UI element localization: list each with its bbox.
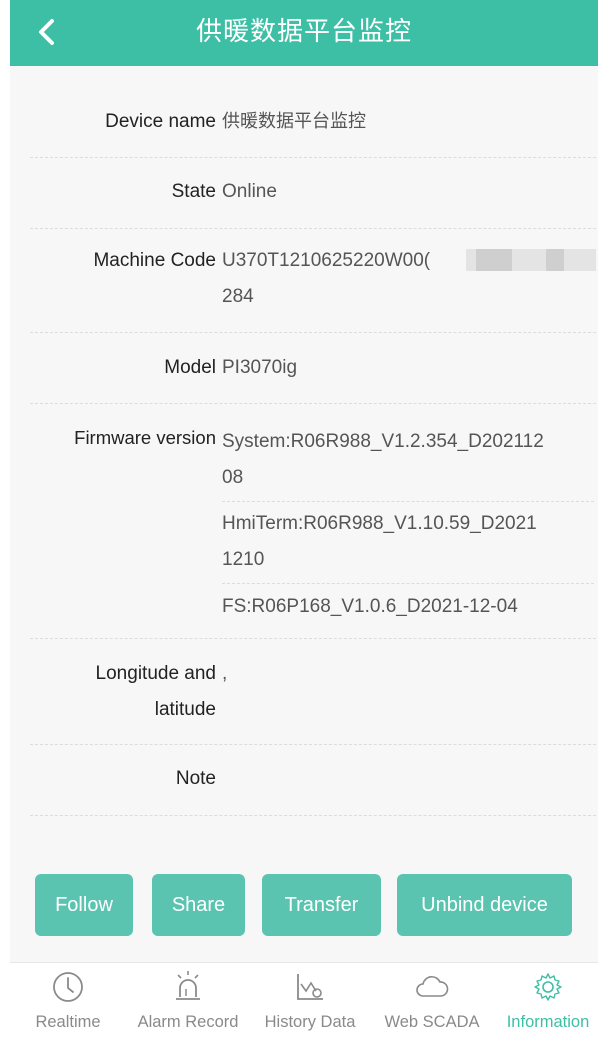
top-bar: 供暖数据平台监控 [10, 0, 598, 66]
tab-history-data[interactable]: History Data [258, 963, 362, 1046]
state-value: Online [222, 181, 277, 202]
device-name-label: Device name [105, 111, 216, 132]
cloud-icon [416, 976, 449, 997]
tab-web-scada-label: Web SCADA [384, 1013, 480, 1031]
device-name-row: Device name 供暖数据平台监控 [30, 66, 596, 158]
location-value: , [222, 663, 228, 684]
tab-web-scada[interactable]: Web SCADA [380, 963, 484, 1046]
tab-history-data-label: History Data [264, 1013, 356, 1031]
tab-alarm-record[interactable]: Alarm Record [136, 963, 240, 1046]
redaction-mask [466, 249, 596, 271]
tab-information-label: Information [506, 1013, 590, 1031]
gear-icon [534, 973, 562, 1001]
clock-icon [53, 972, 83, 1002]
share-button[interactable]: Share [152, 874, 245, 936]
firmware-fs-line1: FS:R06P168_V1.0.6_D2021-12-04 [222, 596, 518, 617]
note-row: Note [30, 745, 596, 816]
firmware-hmiterm-line2: 1210 [222, 549, 265, 570]
model-row: Model PI3070ig [30, 333, 596, 404]
model-label: Model [164, 357, 216, 378]
firmware-divider [222, 583, 594, 584]
history-chart-icon [297, 974, 323, 1000]
page-title: 供暖数据平台监控 [195, 17, 412, 47]
firmware-row: Firmware version System:R06R988_V1.2.354… [30, 404, 596, 639]
location-row: Longitude and latitude , [30, 639, 596, 745]
transfer-button[interactable]: Transfer [262, 874, 381, 936]
device-name-value: 供暖数据平台监控 [222, 111, 366, 132]
model-value: PI3070ig [222, 357, 298, 378]
tab-information[interactable]: Information [498, 963, 598, 1046]
machine-code-row: Machine Code U370T1210625220W00( 284 [30, 229, 596, 333]
firmware-divider [222, 501, 594, 502]
location-label-line1: Longitude and [95, 663, 216, 684]
tab-realtime-label: Realtime [35, 1013, 101, 1031]
note-label: Note [175, 768, 216, 789]
tab-realtime[interactable]: Realtime [18, 963, 118, 1046]
unbind-device-button[interactable]: Unbind device [397, 874, 572, 936]
alarm-siren-icon [176, 971, 200, 1000]
bottom-tab-bar: Realtime Alarm Record History Data Web S… [10, 962, 598, 1046]
machine-code-value-line2: 284 [222, 286, 254, 307]
firmware-label: Firmware version [74, 427, 216, 448]
machine-code-label: Machine Code [93, 250, 216, 271]
state-label: State [171, 181, 216, 202]
location-label-line2: latitude [154, 699, 216, 720]
machine-code-value-line1: U370T1210625220W00( [222, 250, 431, 271]
firmware-system-line2: 08 [222, 467, 244, 488]
firmware-hmiterm-line1: HmiTerm:R06R988_V1.10.59_D2021 [222, 513, 537, 534]
follow-button[interactable]: Follow [35, 874, 133, 936]
state-row: State Online [30, 158, 596, 229]
device-info-panel: Device name 供暖数据平台监控 State Online Machin… [10, 66, 598, 962]
device-information-screen: 供暖数据平台监控 Device name 供暖数据平台监控 State Onli… [0, 0, 602, 1046]
firmware-system-line1: System:R06R988_V1.2.354_D202112 [222, 431, 544, 452]
tab-alarm-record-label: Alarm Record [137, 1013, 239, 1031]
